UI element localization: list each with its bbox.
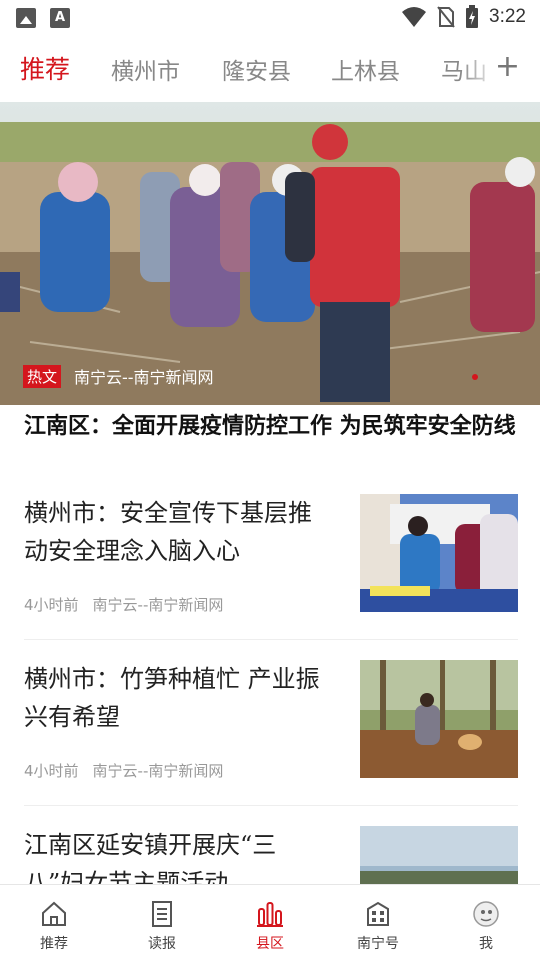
newspaper-icon <box>152 901 172 927</box>
channel-tabs: 推荐 横州市 隆安县 上林县 马山 + <box>0 40 540 98</box>
nav-county[interactable]: 县区 <box>216 885 324 961</box>
add-channel-button[interactable]: + <box>495 52 520 82</box>
carousel-indicator <box>472 374 478 380</box>
wifi-icon <box>402 7 427 27</box>
news-title: 横州市：竹笋种植忙 产业振兴有希望 <box>24 665 320 731</box>
banner-source: 南宁云--南宁新闻网 <box>74 368 214 387</box>
news-item[interactable]: 横州市：竹笋种植忙 产业振兴有希望 4小时前 南宁云--南宁新闻网 <box>24 660 518 806</box>
status-time: 3:22 <box>489 6 526 27</box>
nav-me[interactable]: 我 <box>432 885 540 961</box>
hot-tag: 热文 <box>23 365 62 388</box>
tab-shanglin[interactable]: 上林县 <box>331 52 400 86</box>
banner-headline[interactable]: 江南区：全面开展疫情防控工作 为民筑牢安全防线 <box>24 412 520 441</box>
banner-image <box>0 102 540 405</box>
banner-carousel[interactable]: 热文 南宁云--南宁新闻网 <box>0 102 540 405</box>
news-source: 南宁云--南宁新闻网 <box>92 596 224 614</box>
tab-recommend[interactable]: 推荐 <box>20 50 70 86</box>
news-time: 4小时前 <box>24 596 79 614</box>
no-sim-icon <box>437 6 455 28</box>
nav-newspaper[interactable]: 读报 <box>108 885 216 961</box>
building-icon <box>367 901 389 926</box>
image-notification-icon <box>16 8 36 28</box>
nav-label: 读报 <box>148 936 176 952</box>
news-time: 4小时前 <box>24 762 79 780</box>
status-bar: A 3:22 <box>0 0 540 36</box>
nav-recommend[interactable]: 推荐 <box>0 885 108 961</box>
news-source: 南宁云--南宁新闻网 <box>92 762 224 780</box>
county-icon <box>257 902 283 927</box>
news-item[interactable]: 横州市：安全宣传下基层推动安全理念入脑入心 4小时前 南宁云--南宁新闻网 <box>24 494 518 640</box>
news-title: 横州市：安全宣传下基层推动安全理念入脑入心 <box>24 499 312 565</box>
home-icon <box>42 901 66 926</box>
tab-hengzhou[interactable]: 横州市 <box>111 52 180 86</box>
nav-label: 推荐 <box>40 936 68 952</box>
tab-longan[interactable]: 隆安县 <box>222 52 291 86</box>
battery-charging-icon <box>466 5 479 28</box>
news-thumbnail <box>360 660 518 778</box>
nav-label: 我 <box>479 936 493 952</box>
bottom-navigation: 推荐 读报 县区 南宁号 我 <box>0 884 540 961</box>
profile-icon <box>473 901 499 927</box>
news-meta: 4小时前 南宁云--南宁新闻网 <box>24 594 223 615</box>
nav-label: 县区 <box>256 936 284 952</box>
nav-nanning-account[interactable]: 南宁号 <box>324 885 432 961</box>
news-meta: 4小时前 南宁云--南宁新闻网 <box>24 760 223 781</box>
font-notification-icon: A <box>50 8 70 28</box>
nav-label: 南宁号 <box>357 936 399 952</box>
news-thumbnail <box>360 494 518 612</box>
carousel-dot-active <box>472 374 478 380</box>
